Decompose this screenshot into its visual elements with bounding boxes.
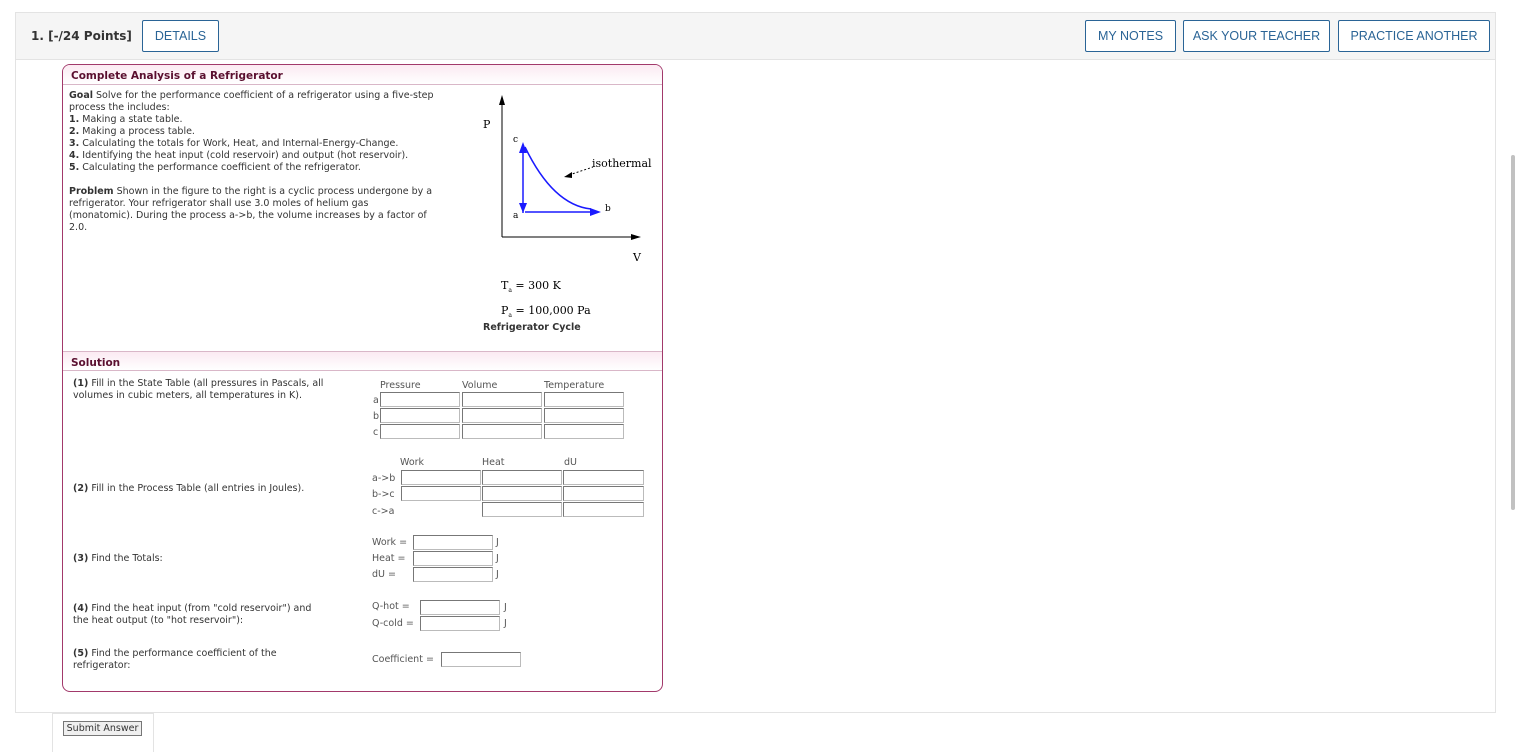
p-axis-label: P	[483, 118, 491, 131]
state-b-temperature-input[interactable]	[544, 408, 624, 423]
q-hot-label: Q-hot =	[372, 601, 410, 612]
process-ab-work-input[interactable]	[401, 470, 481, 485]
state-row-label: c	[373, 427, 379, 438]
path-c-b	[524, 146, 592, 210]
process-bc-heat-input[interactable]	[482, 486, 562, 501]
total-work-label: Work =	[372, 537, 408, 548]
total-du-input[interactable]	[413, 567, 493, 582]
q-cold-input[interactable]	[420, 616, 500, 631]
process-ab-heat-input[interactable]	[482, 470, 562, 485]
problem-text: Problem Shown in the figure to the right…	[69, 186, 433, 233]
state-a-volume-input[interactable]	[462, 392, 542, 407]
details-button[interactable]: DETAILS	[142, 20, 219, 52]
q-hot-input[interactable]	[420, 600, 500, 615]
q-cold-label: Q-cold =	[372, 618, 414, 629]
state-a-temperature-input[interactable]	[544, 392, 624, 407]
v-axis-label: V	[632, 251, 642, 264]
process-header-work: Work	[400, 457, 425, 468]
process-ca-heat-input[interactable]	[482, 502, 562, 517]
arrow-a-b-icon	[590, 208, 601, 216]
process-bc-du-input[interactable]	[563, 486, 644, 501]
total-work-unit: J	[496, 537, 499, 548]
q-hot-unit: J	[504, 602, 507, 613]
scrollbar[interactable]	[1511, 155, 1515, 510]
question-box: Complete Analysis of a Refrigerator Goal…	[62, 64, 663, 692]
state-header-pressure: Pressure	[380, 380, 421, 391]
p-axis-arrow-icon	[499, 95, 505, 105]
total-heat-input[interactable]	[413, 551, 493, 566]
state-row-label: b	[373, 411, 380, 422]
state-c-volume-input[interactable]	[462, 424, 542, 439]
process-header-du: dU	[564, 457, 577, 468]
process-header-heat: Heat	[482, 457, 505, 468]
my-notes-button[interactable]: MY NOTES	[1085, 20, 1176, 52]
process-bc-work-input[interactable]	[401, 486, 481, 501]
q-cold-unit: J	[504, 618, 507, 629]
point-b-label: b	[605, 204, 611, 214]
point-a-label: a	[513, 211, 519, 221]
submit-answer-button[interactable]: Submit Answer	[63, 721, 142, 736]
state-b-volume-input[interactable]	[462, 408, 542, 423]
isothermal-label: isothermal	[592, 157, 652, 170]
state-b-pressure-input[interactable]	[380, 408, 460, 423]
step1-text: (1) Fill in the State Table (all pressur…	[73, 378, 324, 401]
state-header-volume: Volume	[462, 380, 498, 391]
total-heat-label: Heat =	[372, 553, 406, 564]
question-header: 1. [-/24 Points] DETAILS MY NOTES ASK YO…	[15, 12, 1496, 60]
goal-text: Goal Solve for the performance coefficie…	[69, 90, 434, 173]
step3-text: (3) Find the Totals:	[73, 553, 163, 564]
pa-value: Pa = 100,000 Pa	[501, 304, 591, 320]
ask-teacher-button[interactable]: ASK YOUR TEACHER	[1183, 20, 1330, 52]
question-points-label: 1. [-/24 Points]	[31, 29, 132, 43]
step4-text: (4) Find the heat input (from "cold rese…	[73, 603, 312, 626]
coefficient-label: Coefficient =	[372, 654, 434, 665]
total-du-label: dU =	[372, 569, 396, 580]
process-ab-du-input[interactable]	[563, 470, 644, 485]
solution-title: Solution	[63, 351, 662, 371]
diagram-caption: Refrigerator Cycle	[483, 322, 581, 333]
ta-value: Ta = 300 K	[501, 279, 561, 295]
practice-another-button[interactable]: PRACTICE ANOTHER	[1338, 20, 1490, 52]
pv-diagram: P V a b c isothermal	[483, 95, 652, 264]
isothermal-pointer-arrow-icon	[564, 172, 572, 178]
total-du-unit: J	[496, 569, 499, 580]
step5-text: (5) Find the performance coefficient of …	[73, 648, 277, 671]
state-a-pressure-input[interactable]	[380, 392, 460, 407]
isothermal-pointer	[568, 166, 594, 176]
process-row-label: a->b	[372, 473, 396, 484]
state-c-pressure-input[interactable]	[380, 424, 460, 439]
step2-text: (2) Fill in the Process Table (all entri…	[73, 483, 305, 494]
state-c-temperature-input[interactable]	[544, 424, 624, 439]
point-c-label: c	[513, 135, 518, 145]
process-ca-du-input[interactable]	[563, 502, 644, 517]
analysis-title: Complete Analysis of a Refrigerator	[63, 65, 662, 85]
v-axis-arrow-icon	[631, 234, 641, 240]
process-row-label: b->c	[372, 489, 395, 500]
total-heat-unit: J	[496, 553, 499, 564]
process-row-label: c->a	[372, 506, 395, 517]
state-row-label: a	[373, 395, 379, 406]
coefficient-input[interactable]	[441, 652, 521, 667]
total-work-input[interactable]	[413, 535, 493, 550]
state-header-temperature: Temperature	[544, 380, 605, 391]
